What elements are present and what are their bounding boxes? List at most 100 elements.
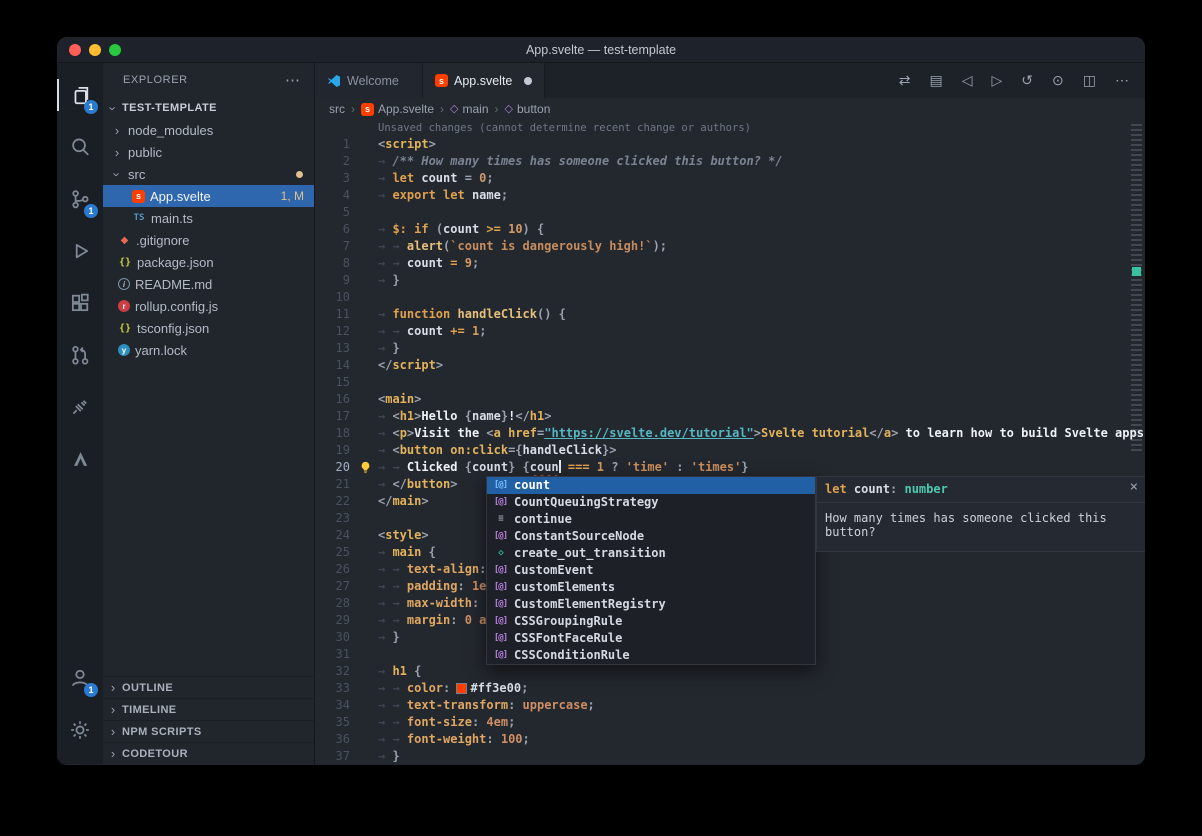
code-line-19[interactable]: 19→ <button on:click={handleClick}> (315, 442, 1145, 459)
code-line-2[interactable]: 2→ /** How many times has someone clicke… (315, 153, 1145, 170)
breadcrumb-item-main[interactable]: ◇main (450, 102, 488, 116)
toggle-file-annotations-icon[interactable]: ▤ (930, 72, 943, 89)
tree-file-readme-md[interactable]: iREADME.md (103, 273, 314, 295)
code-line-4[interactable]: 4→ export let name; (315, 187, 1145, 204)
open-changes-icon[interactable]: ↺ (1021, 72, 1033, 89)
tree-folder-src[interactable]: ›src (103, 163, 314, 185)
code-line-6[interactable]: 6→ $: if (count >= 10) { (315, 221, 1145, 238)
code-line-8[interactable]: 8→ → count = 9; (315, 255, 1145, 272)
breadcrumb-item-button[interactable]: ◇button (505, 102, 551, 116)
panel-timeline[interactable]: ›TIMELINE (103, 698, 314, 720)
split-editor-icon[interactable]: ◫ (1083, 72, 1096, 89)
activity-item-source-control[interactable]: 1 (57, 175, 103, 223)
suggest-item-customelements[interactable]: [@]customElements (487, 579, 815, 596)
suggest-item-cssconditionrule[interactable]: [@]CSSConditionRule (487, 647, 815, 664)
line-number: 7 (315, 238, 350, 255)
minimap[interactable] (1128, 120, 1145, 764)
code-line-34[interactable]: 34→ → text-transform: uppercase; (315, 697, 1145, 714)
gitlens-codelens[interactable]: Unsaved changes (cannot determine recent… (378, 120, 1145, 136)
panel-outline[interactable]: ›OUTLINE (103, 676, 314, 698)
code-line-13[interactable]: 13→ } (315, 340, 1145, 357)
suggest-item-cssgroupingrule[interactable]: [@]CSSGroupingRule (487, 613, 815, 630)
symbol-class-icon: [@] (491, 613, 510, 630)
code-line-10[interactable]: 10 (315, 289, 1145, 306)
code-line-5[interactable]: 5 (315, 204, 1145, 221)
activity-item-run-and-debug[interactable] (57, 227, 103, 275)
editor-group: WelcomesApp.svelte ⇄▤◁▷↺⊙◫⋯ src›sApp.sve… (315, 63, 1145, 764)
tree-file--gitignore[interactable]: ◆.gitignore (103, 229, 314, 251)
code-line-3[interactable]: 3→ let count = 0; (315, 170, 1145, 187)
activity-item-github-pull-requests[interactable] (57, 331, 103, 379)
suggest-item-create_out_transition[interactable]: ◇create_out_transition (487, 545, 815, 562)
code-line-33[interactable]: 33→ → color: #ff3e00; (315, 680, 1145, 697)
more-actions-icon[interactable]: ⋯ (1115, 72, 1129, 89)
suggest-item-cssfontfacerule[interactable]: [@]CSSFontFaceRule (487, 630, 815, 647)
code-line-11[interactable]: 11→ function handleClick() { (315, 306, 1145, 323)
file-history-icon[interactable]: ⊙ (1052, 72, 1064, 89)
suggest-item-customelementregistry[interactable]: [@]CustomElementRegistry (487, 596, 815, 613)
tree-file-main-ts[interactable]: TSmain.ts (103, 207, 314, 229)
editor-actions: ⇄ ▤ ◁ ▷ ↺ ⊙ ◫ ⋯ (899, 63, 1145, 98)
code-line-20[interactable]: 20→ → Clicked {count} {coun === 1 ? 'tim… (315, 459, 1145, 476)
code-line-37[interactable]: 37→ } (315, 748, 1145, 764)
breadcrumb-label: main (463, 102, 489, 116)
suggest-item-label: CustomEvent (514, 562, 593, 579)
line-number: 18 (315, 425, 350, 442)
close-window-button[interactable] (69, 44, 81, 56)
maximize-window-button[interactable] (109, 44, 121, 56)
code-line-32[interactable]: 32→ h1 { (315, 663, 1145, 680)
previous-change-icon[interactable]: ◁ (962, 72, 973, 89)
code-line-14[interactable]: 14</script> (315, 357, 1145, 374)
tab-welcome[interactable]: Welcome (315, 63, 423, 98)
color-swatch[interactable] (457, 684, 466, 693)
suggest-item-constantsourcenode[interactable]: [@]ConstantSourceNode (487, 528, 815, 545)
close-icon[interactable]: × (1130, 479, 1138, 495)
minimize-window-button[interactable] (89, 44, 101, 56)
code-line-17[interactable]: 17→ <h1>Hello {name}!</h1> (315, 408, 1145, 425)
next-change-icon[interactable]: ▷ (992, 72, 1003, 89)
code-line-9[interactable]: 9→ } (315, 272, 1145, 289)
activity-item-remote-explorer[interactable] (57, 383, 103, 431)
unsaved-dot-icon[interactable] (524, 77, 532, 85)
suggest-item-customevent[interactable]: [@]CustomEvent (487, 562, 815, 579)
line-content (378, 204, 1145, 221)
code-line-16[interactable]: 16<main> (315, 391, 1145, 408)
tree-file-tsconfig-json[interactable]: {}tsconfig.json (103, 317, 314, 339)
section-test-template[interactable]: › TEST-TEMPLATE (103, 97, 314, 119)
tree-file-rollup-config-js[interactable]: rrollup.config.js (103, 295, 314, 317)
code-line-12[interactable]: 12→ → count += 1; (315, 323, 1145, 340)
suggest-item-continue[interactable]: ≡continue (487, 511, 815, 528)
code-line-18[interactable]: 18→ <p>Visit the <a href="https://svelte… (315, 425, 1145, 442)
activity-item-explorer[interactable]: 1 (57, 71, 103, 119)
code-line-7[interactable]: 7→ → alert(`count is dangerously high!`)… (315, 238, 1145, 255)
line-number: 23 (315, 510, 350, 527)
code-line-1[interactable]: 1<script> (315, 136, 1145, 153)
tree-file-app-svelte[interactable]: sApp.svelte1, M (103, 185, 314, 207)
breadcrumb-item-app-svelte[interactable]: sApp.svelte (361, 102, 434, 116)
tab-app-svelte[interactable]: sApp.svelte (423, 63, 545, 98)
code-line-35[interactable]: 35→ → font-size: 4em; (315, 714, 1145, 731)
gitlens-compare-icon[interactable]: ⇄ (899, 72, 911, 89)
activity-item-extensions[interactable] (57, 279, 103, 327)
panel-codetour[interactable]: ›CODETOUR (103, 742, 314, 764)
suggest-item-count[interactable]: [@]count (487, 477, 815, 494)
activity-item-azure[interactable] (57, 435, 103, 483)
breadcrumb-item-src[interactable]: src (329, 102, 345, 116)
activity-item-accounts[interactable]: 1 (57, 654, 103, 702)
code-line-15[interactable]: 15 (315, 374, 1145, 391)
activity-item-settings[interactable] (57, 706, 103, 754)
panel-npm-scripts[interactable]: ›NPM SCRIPTS (103, 720, 314, 742)
code-editor[interactable]: Unsaved changes (cannot determine recent… (315, 120, 1145, 764)
pull-request-icon (69, 344, 91, 366)
tree-folder-public[interactable]: ›public (103, 141, 314, 163)
title-bar[interactable]: App.svelte — test-template (57, 37, 1145, 63)
sidebar-more-actions-icon[interactable]: ⋯ (285, 71, 300, 89)
tree-file-package-json[interactable]: {}package.json (103, 251, 314, 273)
code-line-36[interactable]: 36→ → font-weight: 100; (315, 731, 1145, 748)
tree-folder-node-modules[interactable]: ›node_modules (103, 119, 314, 141)
suggest-item-countqueuingstrategy[interactable]: [@]CountQueuingStrategy (487, 494, 815, 511)
symbol-class-icon: [@] (491, 647, 510, 664)
tab-label: App.svelte (454, 74, 512, 88)
tree-file-yarn-lock[interactable]: yyarn.lock (103, 339, 314, 361)
activity-item-search[interactable] (57, 123, 103, 171)
